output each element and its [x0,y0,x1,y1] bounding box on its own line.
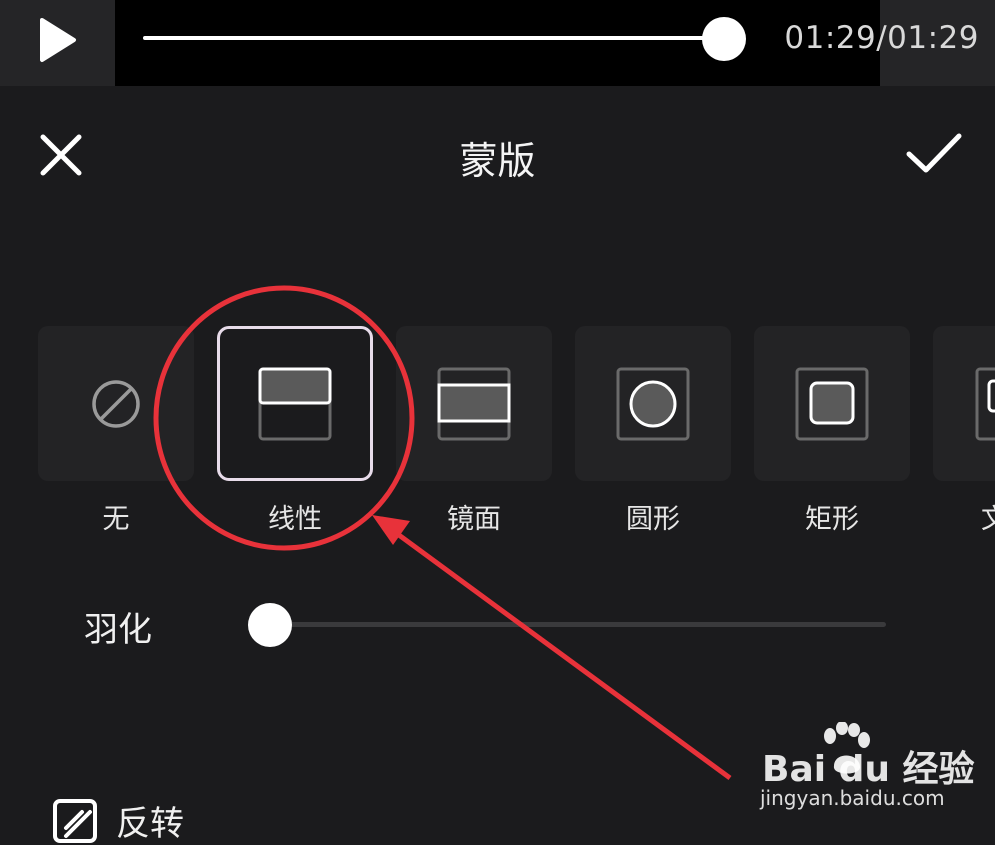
mask-tile[interactable] [933,326,995,481]
feather-slider-track[interactable] [270,622,886,627]
playback-time: 01:29/01:29 [784,20,979,56]
mask-option-rectangle[interactable]: 矩形 [754,326,910,536]
mask-tile[interactable] [754,326,910,481]
circle-mask-icon [616,367,690,440]
feather-slider-thumb[interactable] [248,603,292,647]
rectangle-mask-icon [795,367,869,440]
mask-label: 文 [981,504,995,535]
mask-label: 镜面 [447,504,501,535]
play-button[interactable] [28,12,84,68]
mask-tile[interactable] [575,326,731,481]
confirm-button[interactable] [904,130,964,176]
mask-label: 线性 [268,504,322,535]
time-area: 01:29/01:29 [784,0,995,86]
invert-icon [53,798,97,843]
mask-option-text[interactable]: 文 [933,326,995,536]
check-icon [906,133,962,173]
mask-option-linear[interactable]: 线性 [217,326,373,536]
mask-tile[interactable] [396,326,552,481]
mirror-mask-icon [437,367,511,440]
mask-label: 无 [102,504,130,535]
mask-tile-selected[interactable] [217,326,373,481]
playback-progress-thumb[interactable] [702,17,746,61]
mask-option-mirror[interactable]: 镜面 [396,326,552,536]
mask-label: 圆形 [626,504,680,535]
mask-type-list: 无 线性 镜面 圆形 矩形 文 [38,326,995,536]
watermark-url: jingyan.baidu.com [760,786,945,810]
playback-progress-track[interactable] [143,36,725,40]
linear-mask-icon [258,367,332,440]
mask-tile[interactable] [38,326,194,481]
none-icon [92,379,140,428]
video-timeline [115,0,880,86]
text-mask-icon [975,367,995,440]
invert-button[interactable]: 反转 [52,796,184,845]
mask-label: 矩形 [805,504,859,535]
play-icon [40,18,76,62]
feather-label: 羽化 [84,610,152,650]
mask-option-none[interactable]: 无 [38,326,194,536]
play-area [0,0,115,86]
video-player-bar: 01:29/01:29 [0,0,995,86]
page-title: 蒙版 [459,139,536,183]
watermark-logo: Bai du 经验 [762,749,975,790]
annotation-arrow-line [386,524,732,781]
mask-option-circle[interactable]: 圆形 [575,326,731,536]
invert-label: 反转 [116,804,184,844]
